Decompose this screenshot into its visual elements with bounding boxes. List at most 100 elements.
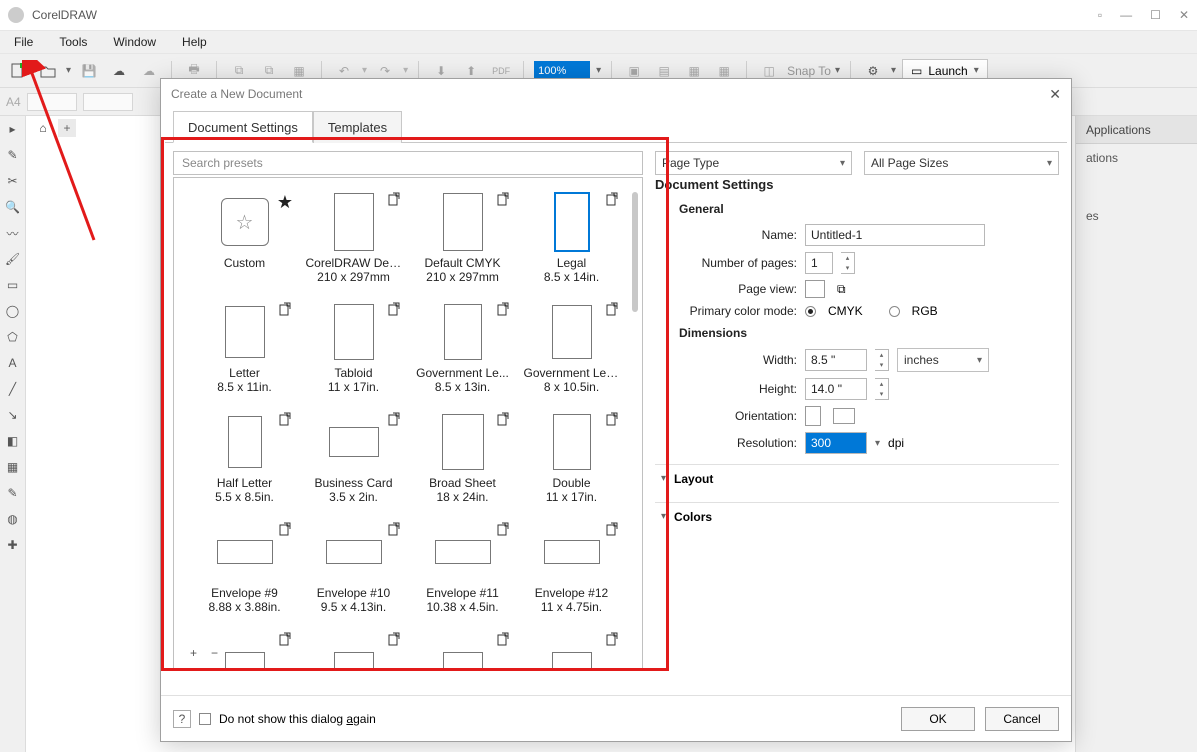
preset-scrollbar[interactable] [632,192,638,312]
preset-letter[interactable]: Letter8.5 x 11in. [194,302,295,402]
menu-tools[interactable]: Tools [59,35,87,49]
preset-type-icon [386,192,402,208]
home-tab[interactable]: ⌂ [32,119,54,137]
zoom-tool[interactable]: 🔍 [4,198,22,216]
preset-custom[interactable]: ★☆Custom [194,192,295,292]
preset-tabloid[interactable]: Tabloid11 x 17in. [303,302,404,402]
height-field[interactable]: 14.0 " [805,378,867,400]
artistic-tool[interactable]: 🖌 [4,250,22,268]
dimension-tool[interactable]: ╱ [4,380,22,398]
dont-show-checkbox[interactable] [199,713,211,725]
height-spinner[interactable]: ▴▾ [875,378,889,400]
pages-field[interactable]: 1 [805,252,833,274]
tab-templates[interactable]: Templates [313,111,402,143]
open-dropdown-icon[interactable]: ▾ [66,65,71,76]
preset-half-letter[interactable]: Half Letter5.5 x 8.5in. [194,412,295,512]
open-button[interactable] [36,59,60,83]
preset-coreldraw-def-[interactable]: CorelDRAW Def...210 x 297mm [303,192,404,292]
resolution-dropdown-icon[interactable]: ▾ [875,438,880,449]
cloud-button[interactable]: ☁ [107,59,131,83]
tab-document-settings[interactable]: Document Settings [173,111,313,143]
docker-item-2[interactable]: es [1076,202,1197,230]
preset-type-icon [386,632,402,648]
preset-type-icon [604,522,620,538]
preset-name: Government Let... [524,366,620,380]
page-view-single[interactable] [805,280,825,298]
cmyk-radio[interactable] [805,306,816,317]
dialog-close-icon[interactable]: ✕ [1049,86,1061,103]
docker-item-1[interactable]: ations [1076,144,1197,172]
smartfill-tool[interactable]: ✚ [4,536,22,554]
preset-government-le-[interactable]: Government Le...8.5 x 13in. [412,302,513,402]
rectangle-tool[interactable]: ▭ [4,276,22,294]
minimize-icon[interactable]: — [1120,8,1132,22]
general-header: General [679,202,1059,216]
dont-show-label: Do not show this dialog again [219,712,376,726]
page-view-facing[interactable]: ⧉ [837,282,846,297]
freehand-tool[interactable]: 〰 [4,224,22,242]
preset-envelope-9[interactable]: Envelope #98.88 x 3.88in. [194,522,295,622]
eyedropper-tool[interactable]: ✎ [4,484,22,502]
pages-spinner[interactable]: ▴▾ [841,252,855,274]
connector-tool[interactable]: ↘ [4,406,22,424]
name-label: Name: [679,228,797,242]
account-icon[interactable]: ▫ [1098,8,1102,22]
preset-size: 8.5 x 14in. [544,270,599,284]
close-window-icon[interactable]: ✕ [1179,8,1189,22]
page-sizes-dropdown[interactable]: All Page Sizes▾ [864,151,1059,175]
menu-help[interactable]: Help [182,35,207,49]
width-spinner[interactable]: ▴▾ [875,349,889,371]
shape-tool[interactable]: ✎ [4,146,22,164]
name-field[interactable]: Untitled-1 [805,224,985,246]
preset-item-18[interactable] [412,632,513,671]
add-preset-button[interactable]: + [190,646,197,660]
applications-tab[interactable]: Applications [1076,116,1197,144]
layout-section[interactable]: ▾Layout [655,464,1059,492]
cancel-button[interactable]: Cancel [985,707,1059,731]
page-type-dropdown[interactable]: Page Type▾ [655,151,852,175]
preset-business-card[interactable]: Business Card3.5 x 2in. [303,412,404,512]
preset-default-cmyk[interactable]: Default CMYK210 x 297mm [412,192,513,292]
transparency-tool[interactable]: ▦ [4,458,22,476]
shadow-tool[interactable]: ◧ [4,432,22,450]
snap-to-dropdown[interactable]: Snap To ▾ [787,64,840,78]
pick-tool[interactable]: ▸ [4,120,22,138]
preset-envelope-10[interactable]: Envelope #109.5 x 4.13in. [303,522,404,622]
search-input[interactable]: Search presets [173,151,643,175]
crop-tool[interactable]: ✂ [4,172,22,190]
preset-type-icon [604,302,620,318]
rgb-radio[interactable] [889,306,900,317]
preset-envelope-11[interactable]: Envelope #1110.38 x 4.5in. [412,522,513,622]
new-document-button[interactable] [6,59,30,83]
width-label: Width: [679,353,797,367]
preset-item-17[interactable] [303,632,404,671]
polygon-tool[interactable]: ⬠ [4,328,22,346]
help-button[interactable]: ? [173,710,191,728]
colors-section[interactable]: ▾Colors [655,502,1059,530]
preset-item-19[interactable] [521,632,622,671]
fill-tool[interactable]: ◍ [4,510,22,528]
preset-broad-sheet[interactable]: Broad Sheet18 x 24in. [412,412,513,512]
settings-header: Document Settings [655,177,1059,192]
preset-double[interactable]: Double11 x 17in. [521,412,622,512]
ellipse-tool[interactable]: ◯ [4,302,22,320]
ok-button[interactable]: OK [901,707,975,731]
remove-preset-button[interactable]: − [211,646,218,660]
add-tab[interactable]: + [58,119,76,137]
width-field[interactable]: 8.5 " [805,349,867,371]
menu-window[interactable]: Window [113,35,156,49]
maximize-icon[interactable]: ☐ [1150,8,1161,22]
zoom-dropdown-icon[interactable]: ▾ [596,65,601,76]
units-dropdown[interactable]: inches▾ [897,348,989,372]
preset-envelope-12[interactable]: Envelope #1211 x 4.75in. [521,522,622,622]
preset-size: 8.5 x 13in. [435,380,490,394]
orient-portrait[interactable] [805,406,821,426]
menu-file[interactable]: File [14,35,33,49]
orient-landscape[interactable] [833,408,855,424]
preset-legal[interactable]: Legal8.5 x 14in. [521,192,622,292]
resolution-field[interactable]: 300 [805,432,867,454]
preset-type-icon [386,412,402,428]
preset-government-let-[interactable]: Government Let...8 x 10.5in. [521,302,622,402]
text-tool[interactable]: A [4,354,22,372]
preset-area: ★☆CustomCorelDRAW Def...210 x 297mmDefau… [173,177,643,671]
